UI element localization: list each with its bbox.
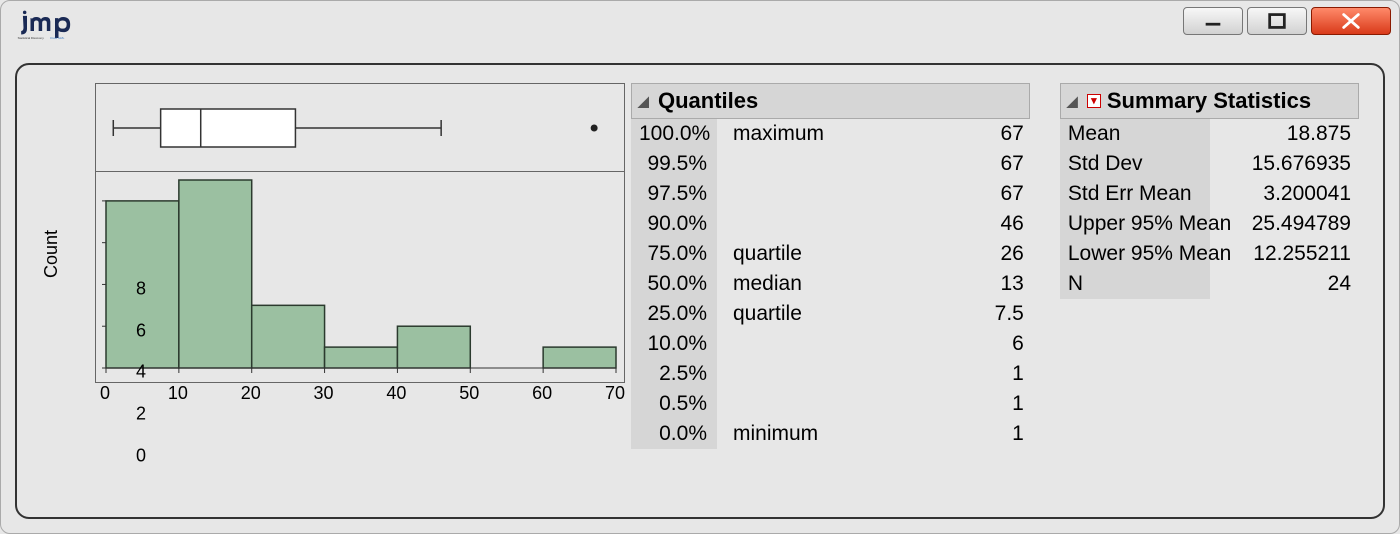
quantile-value: 6 bbox=[960, 329, 1030, 359]
stat-name: Std Dev bbox=[1060, 149, 1210, 179]
stat-name: Lower 95% Mean bbox=[1060, 239, 1210, 269]
boxplot-svg bbox=[96, 84, 626, 172]
minimize-button[interactable] bbox=[1183, 7, 1243, 35]
stat-name: Upper 95% Mean bbox=[1060, 209, 1210, 239]
quantiles-panel: ◢ Quantiles 100.0%maximum67 99.5% 67 97.5% 6… bbox=[631, 83, 1030, 449]
summary-stats-header[interactable]: ◢ ▾ Summary Statistics bbox=[1060, 83, 1359, 119]
x-tick-label: 50 bbox=[459, 383, 479, 404]
stat-name: Std Err Mean bbox=[1060, 179, 1210, 209]
disclosure-icon: ◢ bbox=[638, 93, 652, 110]
x-tick-label: 30 bbox=[314, 383, 334, 404]
boxplot bbox=[96, 84, 624, 172]
quantile-percent: 75.0% bbox=[631, 239, 717, 269]
quantile-value: 26 bbox=[960, 239, 1030, 269]
quantile-value: 46 bbox=[960, 209, 1030, 239]
content-frame: Count 0 24 6 8 0 10 20 30 40 50 60 70 ◢ Quantiles … bbox=[15, 63, 1385, 519]
y-axis-label: Count bbox=[41, 230, 62, 278]
quantile-value: 13 bbox=[960, 269, 1030, 299]
window-buttons bbox=[1179, 7, 1391, 35]
quantile-percent: 10.0% bbox=[631, 329, 717, 359]
summary-stats-table: Mean18.875Std Dev15.676935Std Err Mean3.… bbox=[1060, 119, 1359, 299]
y-tick-label: 4 bbox=[122, 362, 146, 383]
quantile-percent: 100.0% bbox=[631, 119, 717, 149]
disclosure-icon: ◢ bbox=[1067, 93, 1081, 110]
quantile-value: 67 bbox=[960, 149, 1030, 179]
quantile-percent: 0.0% bbox=[631, 419, 717, 449]
stat-value: 25.494789 bbox=[1210, 209, 1359, 239]
quantile-label bbox=[717, 179, 960, 209]
quantile-percent: 90.0% bbox=[631, 209, 717, 239]
quantile-percent: 97.5% bbox=[631, 179, 717, 209]
chart-box: 02468 bbox=[95, 83, 625, 383]
quantile-value: 67 bbox=[960, 179, 1030, 209]
quantile-value: 1 bbox=[960, 419, 1030, 449]
stat-name: N bbox=[1060, 269, 1210, 299]
quantile-value: 1 bbox=[960, 359, 1030, 389]
quantile-label bbox=[717, 209, 960, 239]
quantile-percent: 2.5% bbox=[631, 359, 717, 389]
jmp-logo: Statistical Discovery. From SAS. bbox=[13, 7, 83, 41]
quantile-label: quartile bbox=[717, 239, 960, 269]
quantile-value: 1 bbox=[960, 389, 1030, 419]
svg-text:From SAS.: From SAS. bbox=[50, 36, 64, 40]
stat-value: 12.255211 bbox=[1210, 239, 1359, 269]
quantile-label bbox=[717, 359, 960, 389]
x-axis-ticks: 0 10 20 30 40 50 60 70 bbox=[95, 383, 625, 409]
quantile-value: 7.5 bbox=[960, 299, 1030, 329]
svg-text:Statistical Discovery.: Statistical Discovery. bbox=[18, 36, 45, 40]
x-tick-label: 10 bbox=[168, 383, 188, 404]
quantile-label: median bbox=[717, 269, 960, 299]
app-window: Statistical Discovery. From SAS. Count bbox=[0, 0, 1400, 534]
summary-stats-panel: ◢ ▾ Summary Statistics Mean18.875Std Dev… bbox=[1060, 83, 1359, 299]
quantile-label bbox=[717, 389, 960, 419]
x-tick-label: 70 bbox=[605, 383, 625, 404]
y-tick-label: 8 bbox=[122, 278, 146, 299]
quantile-label bbox=[717, 329, 960, 359]
quantile-percent: 25.0% bbox=[631, 299, 717, 329]
quantiles-header[interactable]: ◢ Quantiles bbox=[631, 83, 1030, 119]
stat-name: Mean bbox=[1060, 119, 1210, 149]
quantile-percent: 99.5% bbox=[631, 149, 717, 179]
y-tick-label: 6 bbox=[122, 320, 146, 341]
histogram: 02468 bbox=[96, 172, 624, 382]
stat-value: 15.676935 bbox=[1210, 149, 1359, 179]
quantiles-title: Quantiles bbox=[658, 88, 758, 114]
close-button[interactable] bbox=[1311, 7, 1391, 35]
summary-stats-title: Summary Statistics bbox=[1107, 88, 1311, 114]
x-tick-label: 20 bbox=[241, 383, 261, 404]
quantile-percent: 50.0% bbox=[631, 269, 717, 299]
quantile-percent: 0.5% bbox=[631, 389, 717, 419]
quantile-label: minimum bbox=[717, 419, 960, 449]
titlebar: Statistical Discovery. From SAS. bbox=[1, 1, 1399, 51]
y-axis-ticks: 02468 bbox=[122, 260, 146, 470]
stat-value: 24 bbox=[1210, 269, 1359, 299]
x-tick-label: 0 bbox=[100, 383, 110, 404]
stat-value: 18.875 bbox=[1210, 119, 1359, 149]
histogram-svg bbox=[96, 172, 626, 382]
quantile-value: 67 bbox=[960, 119, 1030, 149]
y-tick-label: 0 bbox=[122, 446, 146, 467]
quantile-label bbox=[717, 149, 960, 179]
chart-area: Count 02468 010203040506070 bbox=[41, 83, 601, 383]
menu-icon[interactable]: ▾ bbox=[1087, 94, 1101, 108]
quantile-label: quartile bbox=[717, 299, 960, 329]
x-tick-label: 60 bbox=[532, 383, 552, 404]
x-tick-label: 40 bbox=[386, 383, 406, 404]
quantiles-table: 100.0%maximum67 99.5% 67 97.5% 67 90.0% 46 75.0… bbox=[631, 119, 1030, 449]
maximize-button[interactable] bbox=[1247, 7, 1307, 35]
stat-value: 3.200041 bbox=[1210, 179, 1359, 209]
quantile-label: maximum bbox=[717, 119, 960, 149]
